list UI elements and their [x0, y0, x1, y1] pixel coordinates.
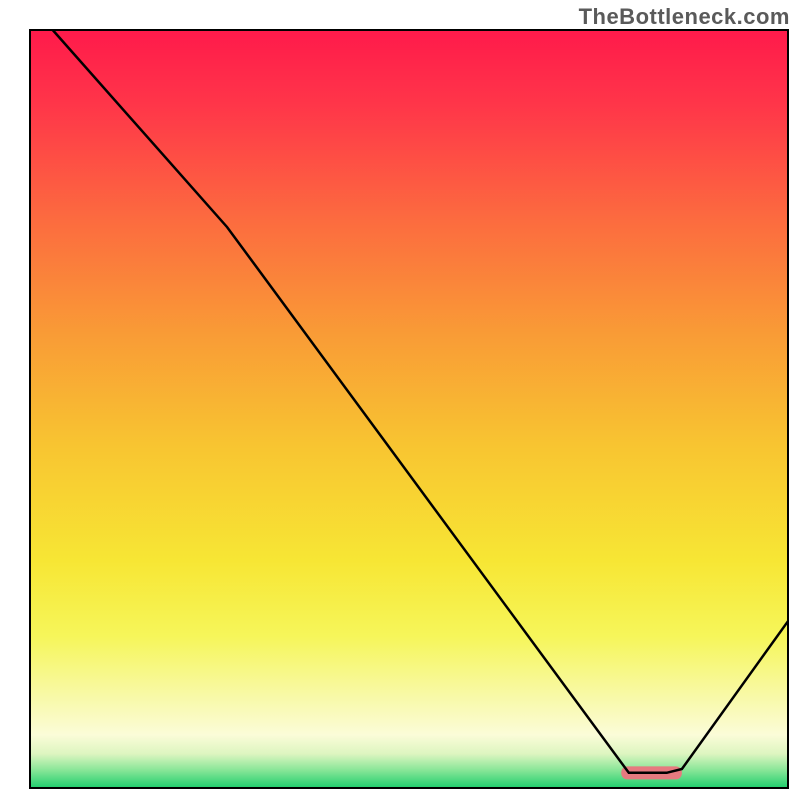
chart-container: TheBottleneck.com: [0, 0, 800, 800]
watermark-text: TheBottleneck.com: [579, 4, 790, 30]
chart-background: [30, 30, 788, 788]
bottleneck-chart: [0, 0, 800, 800]
